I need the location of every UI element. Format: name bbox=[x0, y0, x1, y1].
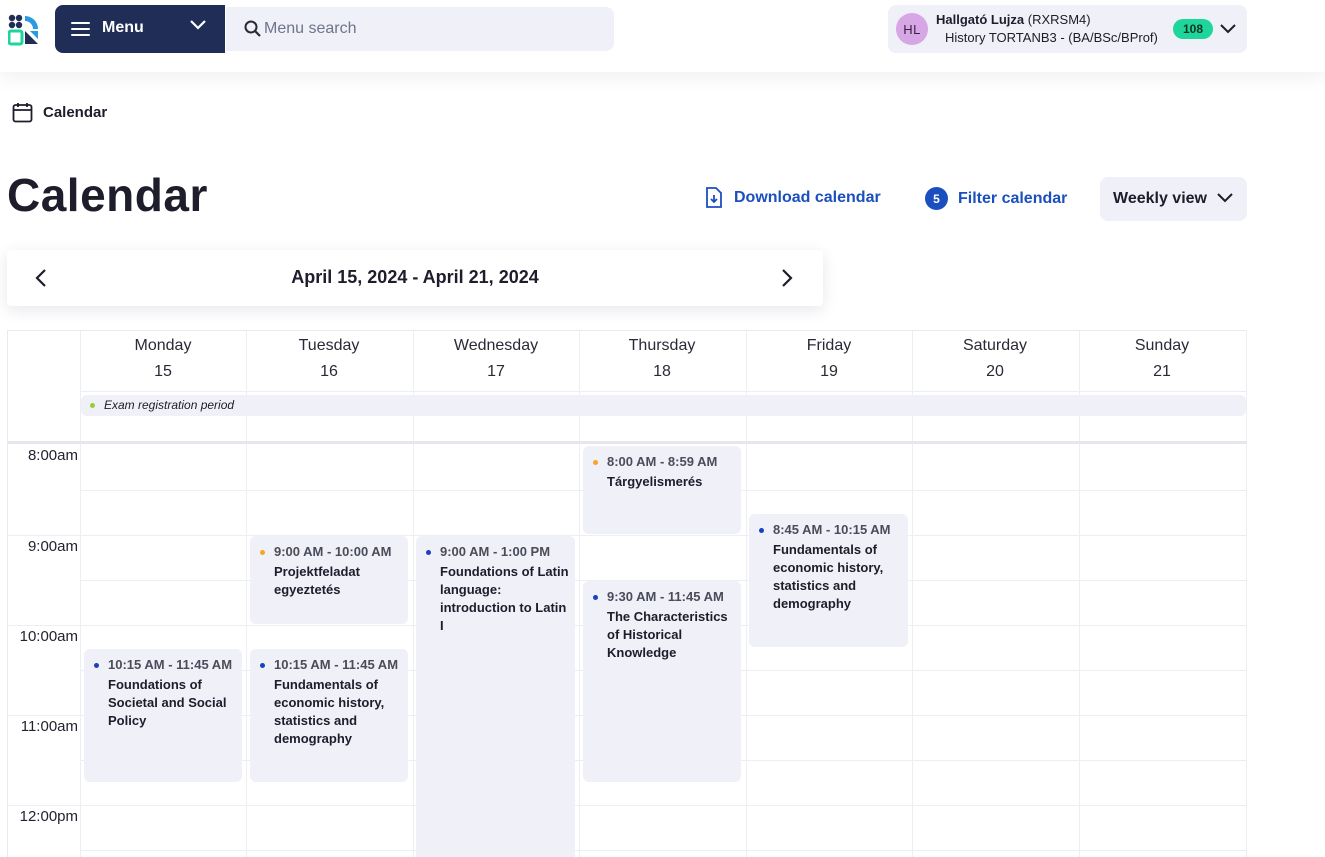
search-icon bbox=[244, 20, 261, 37]
day-number: 17 bbox=[487, 363, 505, 380]
user-name: Hallgató Lujza bbox=[936, 12, 1025, 27]
time-label: 11:00am bbox=[20, 718, 78, 735]
time-label: 8:00am bbox=[27, 447, 78, 464]
time-label: 9:00am bbox=[27, 538, 78, 555]
event-time: 10:15 AM - 11:45 AM bbox=[108, 657, 233, 672]
day-name: Saturday bbox=[962, 337, 1028, 354]
event-card[interactable]: 9:30 AM - 11:45 AM The Characteristics o… bbox=[583, 581, 741, 782]
breadcrumb: Calendar bbox=[12, 102, 107, 123]
day-name: Tuesday bbox=[298, 337, 360, 354]
calendar-icon bbox=[12, 103, 33, 123]
chevron-down-icon[interactable] bbox=[1220, 24, 1236, 34]
event-dot bbox=[90, 403, 95, 408]
day-number: 19 bbox=[820, 363, 838, 380]
event-title: Foundations of Societal and Social Polic… bbox=[108, 677, 227, 728]
day-header-wednesday: Wednesday 17 bbox=[413, 337, 579, 381]
date-range: April 15, 2024 - April 21, 2024 bbox=[291, 267, 539, 287]
column-divider bbox=[1246, 331, 1247, 857]
event-time: 9:30 AM - 11:45 AM bbox=[607, 589, 724, 604]
breadcrumb-item-calendar[interactable]: Calendar bbox=[43, 104, 107, 121]
user-code: (RXRSM4) bbox=[1027, 12, 1091, 27]
event-time: 9:00 AM - 10:00 AM bbox=[274, 544, 392, 559]
hour-line bbox=[8, 535, 1247, 536]
row-divider bbox=[80, 391, 1247, 392]
menu-label: Menu bbox=[102, 19, 144, 36]
event-card[interactable]: 9:00 AM - 10:00 AM Projektfeladat egyezt… bbox=[250, 536, 408, 624]
logo-icon[interactable] bbox=[8, 14, 40, 46]
time-label: 10:00am bbox=[19, 628, 78, 645]
event-card[interactable]: 8:45 AM - 10:15 AM Fundamentals of econo… bbox=[749, 514, 908, 647]
chevron-right-icon[interactable] bbox=[781, 269, 793, 287]
event-dot bbox=[260, 663, 265, 668]
filter-calendar-button[interactable]: 5 Filter calendar bbox=[925, 187, 1067, 210]
event-time: 9:00 AM - 1:00 PM bbox=[440, 544, 551, 559]
half-hour-line bbox=[80, 850, 1247, 851]
download-calendar-button[interactable]: Download calendar bbox=[705, 187, 881, 208]
day-header-sunday: Sunday 21 bbox=[1079, 337, 1245, 381]
hour-line bbox=[8, 805, 1247, 806]
top-bar: Menu HL Hallgató Lujza (RXRSM4) History … bbox=[0, 0, 1325, 72]
event-dot bbox=[94, 663, 99, 668]
filter-count-badge: 5 bbox=[925, 187, 948, 210]
event-title: Foundations of Latin language: introduct… bbox=[440, 564, 569, 633]
day-number: 15 bbox=[154, 363, 172, 380]
hamburger-icon bbox=[71, 22, 90, 36]
chevron-down-icon[interactable] bbox=[190, 20, 206, 30]
event-dot bbox=[759, 528, 764, 533]
day-name: Monday bbox=[134, 337, 192, 354]
day-number: 21 bbox=[1153, 363, 1171, 380]
view-select-value: Weekly view bbox=[1113, 190, 1207, 207]
event-dot bbox=[426, 550, 431, 555]
day-number: 16 bbox=[320, 363, 338, 380]
event-title: Fundamentals of economic history, statis… bbox=[274, 677, 385, 746]
event-dot bbox=[593, 595, 598, 600]
day-name: Wednesday bbox=[453, 337, 539, 354]
view-select[interactable]: Weekly view bbox=[1100, 177, 1247, 221]
event-card[interactable]: 10:15 AM - 11:45 AM Foundations of Socie… bbox=[84, 649, 242, 782]
download-file-icon bbox=[706, 187, 722, 208]
event-title: Projektfeladat egyeztetés bbox=[274, 564, 360, 597]
date-navigator: April 15, 2024 - April 21, 2024 bbox=[7, 250, 823, 306]
day-name: Friday bbox=[806, 337, 852, 354]
filter-calendar-label: Filter calendar bbox=[958, 189, 1068, 207]
day-header-friday: Friday 19 bbox=[746, 337, 912, 381]
day-name: Sunday bbox=[1134, 337, 1190, 354]
day-header-tuesday: Tuesday 16 bbox=[246, 337, 412, 381]
day-number: 18 bbox=[653, 363, 671, 380]
calendar-grid: Monday 15 Tuesday 16 Wednesday 17 Thursday 1… bbox=[7, 330, 1247, 857]
menu-search-input[interactable] bbox=[264, 17, 594, 41]
event-card[interactable]: 8:00 AM - 8:59 AM Tárgyelismerés bbox=[583, 446, 741, 534]
user-program: History TORTANB3 - (BA/BSc/BProf) bbox=[945, 30, 1158, 45]
day-header-saturday: Saturday 20 bbox=[912, 337, 1078, 381]
menu-search bbox=[226, 7, 614, 51]
allday-event-label: Exam registration period bbox=[104, 398, 235, 412]
page-title: Calendar bbox=[7, 169, 208, 221]
day-header-thursday: Thursday 18 bbox=[579, 337, 745, 381]
avatar: HL bbox=[896, 13, 928, 45]
event-card[interactable]: 9:00 AM - 1:00 PM Foundations of Latin l… bbox=[416, 536, 575, 857]
day-header-monday: Monday 15 bbox=[80, 337, 246, 381]
event-time: 10:15 AM - 11:45 AM bbox=[274, 657, 399, 672]
user-name-line: Hallgató Lujza (RXRSM4) bbox=[936, 12, 1091, 27]
allday-event[interactable]: Exam registration period bbox=[81, 395, 1246, 416]
event-dot bbox=[593, 460, 598, 465]
event-dot bbox=[260, 550, 265, 555]
day-number: 20 bbox=[986, 363, 1004, 380]
event-title: Tárgyelismerés bbox=[607, 474, 703, 489]
event-time: 8:45 AM - 10:15 AM bbox=[773, 522, 891, 537]
day-name: Thursday bbox=[628, 337, 696, 354]
notification-count-badge[interactable]: 108 bbox=[1173, 19, 1213, 39]
allday-separator bbox=[8, 441, 1247, 444]
event-card[interactable]: 10:15 AM - 11:45 AM Fundamentals of econ… bbox=[250, 649, 408, 782]
event-time: 8:00 AM - 8:59 AM bbox=[607, 454, 718, 469]
event-title: Fundamentals of economic history, statis… bbox=[773, 542, 884, 611]
event-title: The Characteristics of Historical Knowle… bbox=[607, 609, 728, 660]
chevron-down-icon bbox=[1217, 193, 1233, 203]
download-calendar-label: Download calendar bbox=[734, 188, 881, 206]
time-label: 12:00pm bbox=[19, 808, 78, 825]
user-card[interactable]: HL Hallgató Lujza (RXRSM4) History TORTA… bbox=[888, 5, 1247, 53]
